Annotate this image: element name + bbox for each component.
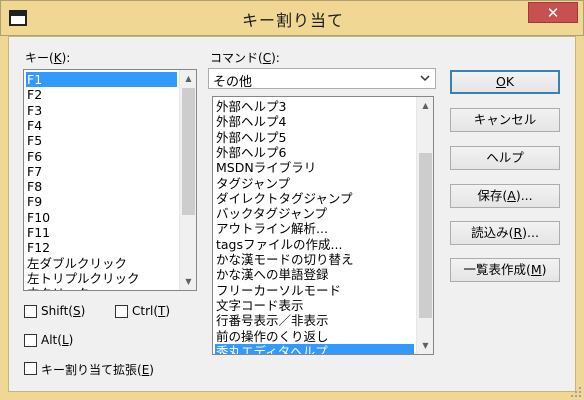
key-list-item[interactable]: F9 (26, 194, 177, 209)
command-label: コマンド(C): (210, 51, 280, 65)
close-button[interactable]: ✕ (528, 2, 578, 23)
ctrl-checkbox[interactable] (115, 305, 128, 318)
command-list-item[interactable]: ダイレクトタグジャンプ (215, 191, 414, 206)
save-button[interactable]: 保存(A)... (450, 184, 560, 208)
ctrl-checkbox-label: Ctrl(T) (132, 304, 171, 318)
command-list-item[interactable]: かな漢への単語登録 (215, 267, 414, 282)
command-list-item[interactable]: 秀丸エディタヘルプ (215, 343, 414, 354)
command-list-item[interactable]: 外部ヘルプ5 (215, 130, 414, 145)
command-list-item[interactable]: 外部ヘルプ4 (215, 114, 414, 129)
scroll-down-icon[interactable]: ▼ (417, 337, 433, 354)
key-list-scrollbar[interactable]: ▲ ▼ (179, 70, 196, 290)
shift-checkbox-label: Shift(S) (41, 304, 86, 318)
command-list-item[interactable]: 外部ヘルプ6 (215, 145, 414, 160)
create-list-button[interactable]: 一覧表作成(M) (450, 258, 560, 282)
key-assign-extend-label: キー割り当て拡張(E) (41, 363, 154, 377)
key-list-item[interactable]: F11 (26, 225, 177, 240)
ok-button[interactable]: OK (450, 70, 560, 94)
key-list-label: キー(K): (25, 51, 71, 65)
key-list-item[interactable]: 中クリック (26, 286, 177, 290)
command-list-item[interactable]: かな漢モードの切り替え (215, 252, 414, 267)
command-category-value: その他 (213, 75, 253, 90)
key-list-item[interactable]: 左トリプルクリック (26, 271, 177, 286)
command-list-item[interactable]: 前の操作のくり返し (215, 329, 414, 344)
title-bar[interactable]: キー割り当て ✕ (0, 0, 584, 36)
command-list-item[interactable]: バックタグジャンプ (215, 206, 414, 221)
shift-checkbox[interactable] (24, 305, 37, 318)
command-list-item[interactable]: フリーカーソルモード (215, 283, 414, 298)
key-listbox[interactable]: ▲ ▼ F1 F2 F3 F4 F5 F6 F7 F8 F9 F10 F11 F12 左ダブルクリック左… (23, 69, 197, 291)
key-list-item[interactable]: F7 (26, 164, 177, 179)
key-list-item[interactable]: 左ダブルクリック (26, 256, 177, 271)
command-list-item[interactable]: タグジャンプ (215, 176, 414, 191)
key-list-item[interactable]: F10 (26, 210, 177, 225)
command-list-item[interactable]: アウトライン解析... (215, 221, 414, 236)
window-title: キー割り当て (241, 11, 344, 30)
command-category-dropdown[interactable]: その他 (208, 68, 436, 90)
key-list-item[interactable]: F1 (26, 72, 177, 87)
load-button[interactable]: 読込み(R)... (450, 221, 560, 245)
command-list-scrollbar[interactable]: ▲ ▼ (416, 97, 433, 354)
cancel-button[interactable]: キャンセル (450, 108, 560, 132)
key-assign-extend-checkbox[interactable] (24, 362, 37, 375)
key-list-item[interactable]: F2 (26, 87, 177, 102)
scroll-thumb[interactable] (182, 88, 195, 215)
alt-checkbox[interactable] (24, 334, 37, 347)
command-list-item[interactable]: 行番号表示／非表示 (215, 313, 414, 328)
key-list-item[interactable]: F6 (26, 149, 177, 164)
help-button[interactable]: ヘルプ (450, 146, 560, 170)
scroll-down-icon[interactable]: ▼ (180, 273, 196, 290)
scroll-up-icon[interactable]: ▲ (417, 97, 433, 114)
key-list-item[interactable]: F12 (26, 240, 177, 255)
command-list-item[interactable]: MSDNライブラリ (215, 160, 414, 175)
scroll-up-icon[interactable]: ▲ (180, 70, 196, 87)
key-list-item[interactable]: F3 (26, 103, 177, 118)
key-list-item[interactable]: F4 (26, 118, 177, 133)
key-list-item[interactable]: F5 (26, 133, 177, 148)
command-listbox[interactable]: ▲ ▼ 外部ヘルプ3 外部ヘルプ4 外部ヘルプ5 外部ヘルプ6 MSDNライブラリ タグジ… (212, 96, 434, 355)
command-list-item[interactable]: 外部ヘルプ3 (215, 99, 414, 114)
command-list-item[interactable]: tagsファイルの作成... (215, 237, 414, 252)
command-list-item[interactable]: 文字コード表示 (215, 298, 414, 313)
resize-grip-icon[interactable] (570, 386, 582, 398)
scroll-thumb[interactable] (419, 153, 432, 318)
chevron-down-icon (420, 75, 430, 82)
key-list-item[interactable]: F8 (26, 179, 177, 194)
alt-checkbox-label: Alt(L) (41, 333, 74, 347)
